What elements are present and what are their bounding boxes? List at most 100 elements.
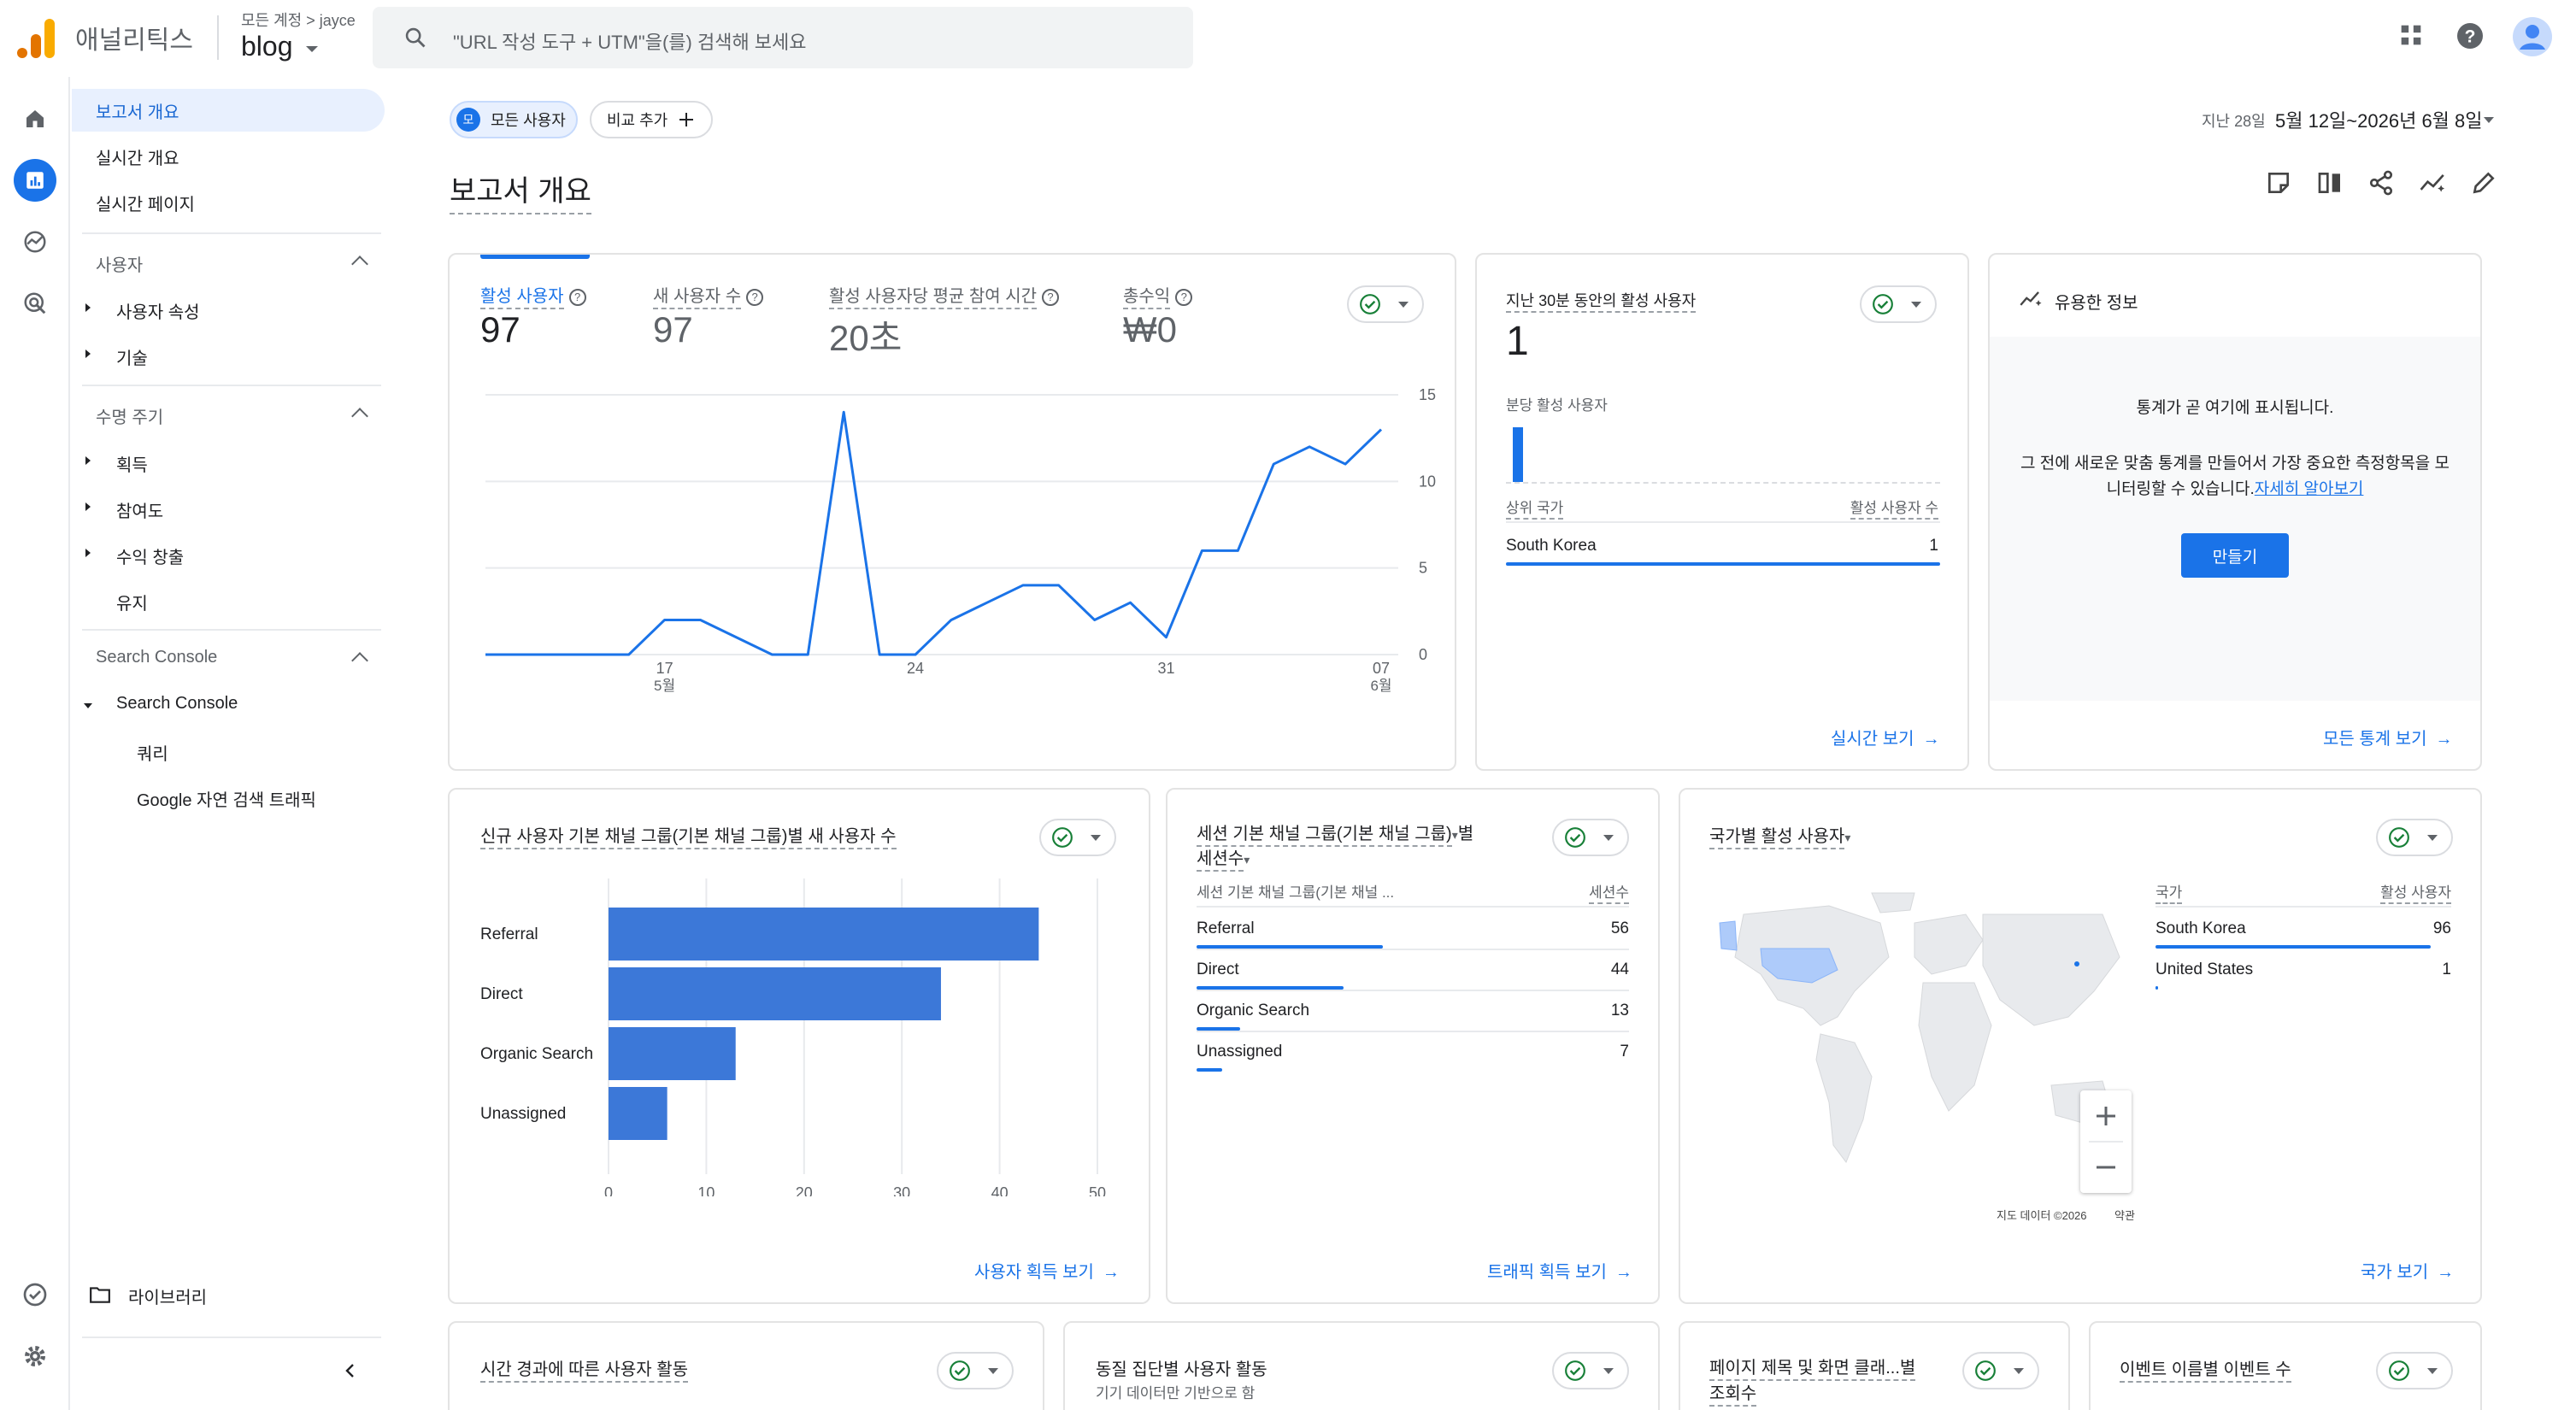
metric-tab-active-users[interactable]: 활성 사용자? <box>480 282 586 309</box>
create-button[interactable]: 만들기 <box>2181 533 2289 578</box>
table-row-bar <box>2155 986 2158 990</box>
metric-tab-new-users[interactable]: 새 사용자 수? <box>653 282 764 309</box>
metric-tab-engagement-time[interactable]: 활성 사용자당 평균 참여 시간? <box>829 282 1060 309</box>
nav-section-users[interactable]: 사용자 <box>96 251 143 276</box>
search-input[interactable]: "URL 작성 도구 + UTM"을(를) 검색해 보세요 <box>453 27 807 55</box>
nav-retention[interactable]: 유지 <box>116 590 148 614</box>
expand-arrow-icon[interactable] <box>85 303 91 312</box>
nav-organic-traffic[interactable]: Google 자연 검색 트래픽 <box>137 786 316 811</box>
card-menu-button[interactable] <box>2376 1352 2453 1389</box>
insights-body: 그 전에 새로운 맞춤 통계를 만들어서 가장 중요한 측정항목을 모니터링할 … <box>2020 455 2450 498</box>
card-menu-button[interactable] <box>1552 1352 1629 1389</box>
divider <box>1197 1031 1629 1032</box>
segment-label: 모든 사용자 <box>491 112 566 129</box>
chevron-down-icon[interactable] <box>306 46 318 52</box>
compare-icon[interactable] <box>2316 169 2344 197</box>
metric-value: ₩0 <box>1123 309 1177 350</box>
table-row-bar <box>2155 945 2431 949</box>
insights-panel <box>1990 337 2480 701</box>
zoom-in-icon[interactable] <box>2094 1104 2118 1128</box>
view-all-insights-link[interactable]: 모든 통계 보기 → <box>2323 725 2453 749</box>
nav-search-console[interactable]: Search Console <box>116 694 238 714</box>
user-activity-title: 시간 경과에 따른 사용자 활동 <box>480 1355 689 1383</box>
card-menu-button[interactable] <box>937 1352 1014 1389</box>
view-countries-link[interactable]: 국가 보기 → <box>2361 1258 2454 1283</box>
map-terms-link[interactable]: 약관 <box>2114 1207 2135 1223</box>
nav-report-overview[interactable]: 보고서 개요 <box>72 89 385 132</box>
nav-realtime-overview[interactable]: 실시간 개요 <box>72 135 385 178</box>
divider <box>82 629 381 631</box>
card-menu-button[interactable] <box>1962 1352 2039 1389</box>
column-header-active-users-label: 활성 사용자 <box>2380 884 2451 904</box>
share-icon[interactable] <box>2367 169 2395 197</box>
search-bar[interactable]: "URL 작성 도구 + UTM"을(를) 검색해 보세요 <box>373 7 1193 68</box>
bar <box>609 908 1039 961</box>
account-breadcrumb[interactable]: 모든 계정 > jayce <box>241 9 356 31</box>
nav-realtime-pages[interactable]: 실시간 페이지 <box>72 181 385 224</box>
advertising-icon[interactable] <box>14 282 56 325</box>
help-icon[interactable]: ? <box>1042 289 1060 306</box>
help-icon[interactable]: ? <box>746 289 764 306</box>
learn-more-link[interactable]: 자세히 알아보기 <box>2255 480 2364 498</box>
insights-card <box>1988 253 2482 771</box>
gear-icon[interactable] <box>14 1335 56 1378</box>
nav-library[interactable]: 라이브러리 <box>128 1284 207 1308</box>
home-icon[interactable] <box>14 97 56 140</box>
folder-icon[interactable] <box>89 1285 111 1304</box>
chevron-up-icon[interactable] <box>351 256 368 273</box>
nav-section-search-console[interactable]: Search Console <box>96 648 217 667</box>
bar-chart: 0 10 20 30 40 50 Referral Direct Organic Search U… <box>480 878 1106 1196</box>
nav-user-attributes[interactable]: 사용자 속성 <box>116 298 200 323</box>
chevron-up-icon[interactable] <box>351 408 368 425</box>
column-header-country-label: 국가 <box>2155 884 2183 904</box>
zoom-out-icon[interactable] <box>2094 1155 2118 1179</box>
insights-icon[interactable] <box>2419 169 2448 197</box>
card-menu-button[interactable] <box>1039 819 1116 856</box>
nav-engagement[interactable]: 참여도 <box>116 497 163 522</box>
apps-grid-icon[interactable] <box>2397 21 2426 50</box>
date-range-selector[interactable]: 5월 12일~2026년 6월 8일 <box>2275 106 2483 133</box>
nav-section-lifecycle[interactable]: 수명 주기 <box>96 403 163 428</box>
realtime-title-label: 지난 30분 동안의 활성 사용자 <box>1506 292 1697 313</box>
admin-check-icon[interactable] <box>14 1273 56 1316</box>
edit-icon[interactable] <box>2470 169 2497 197</box>
date-range-label[interactable]: 지난 28일 <box>2202 109 2266 132</box>
collapse-arrow-icon[interactable] <box>84 703 92 708</box>
metric-tab-revenue[interactable]: 총수익? <box>1123 282 1193 309</box>
analytics-logo-icon[interactable] <box>17 19 55 58</box>
view-realtime-link[interactable]: 실시간 보기 → <box>1831 725 1940 749</box>
nav-acquisition[interactable]: 획득 <box>116 451 148 476</box>
x-tick-label: 24 <box>907 660 924 677</box>
chevron-up-icon[interactable] <box>351 652 368 669</box>
reports-icon[interactable] <box>14 159 56 202</box>
segment-chip[interactable]: 모 모든 사용자 <box>450 101 578 138</box>
chevron-down-icon[interactable] <box>2484 117 2494 123</box>
expand-arrow-icon[interactable] <box>85 549 91 557</box>
edit-comparisons-icon[interactable] <box>2265 169 2292 197</box>
card-menu-button[interactable] <box>2376 819 2453 856</box>
add-comparison-button[interactable]: 비교 추가 <box>590 101 713 138</box>
help-icon[interactable]: ? <box>568 289 586 306</box>
view-traffic-acquisition-link[interactable]: 트래픽 획득 보기 → <box>1487 1258 1632 1283</box>
help-icon[interactable]: ? <box>1175 289 1193 306</box>
explore-icon[interactable] <box>14 220 56 263</box>
table-row-bar <box>1197 1068 1222 1072</box>
view-user-acquisition-link[interactable]: 사용자 획득 보기 → <box>974 1258 1120 1283</box>
card-menu-button[interactable] <box>1860 285 1937 323</box>
divider <box>1197 990 1629 991</box>
property-selector[interactable]: blog <box>241 31 293 62</box>
help-icon[interactable]: ? <box>2455 21 2485 51</box>
check-circle-icon <box>1565 827 1585 848</box>
per-minute-bar <box>1513 427 1523 482</box>
nav-queries[interactable]: 쿼리 <box>137 740 168 765</box>
expand-arrow-icon[interactable] <box>85 502 91 511</box>
expand-arrow-icon[interactable] <box>85 350 91 358</box>
card-menu-button[interactable] <box>1552 819 1629 856</box>
bar-category-label: Direct <box>480 985 523 1003</box>
card-menu-button[interactable] <box>1347 285 1424 323</box>
nav-monetization[interactable]: 수익 창출 <box>116 543 184 568</box>
expand-arrow-icon[interactable] <box>85 456 91 465</box>
collapse-nav-icon[interactable] <box>340 1360 361 1381</box>
account-avatar-icon[interactable] <box>2513 17 2552 56</box>
nav-tech[interactable]: 기술 <box>116 344 148 369</box>
